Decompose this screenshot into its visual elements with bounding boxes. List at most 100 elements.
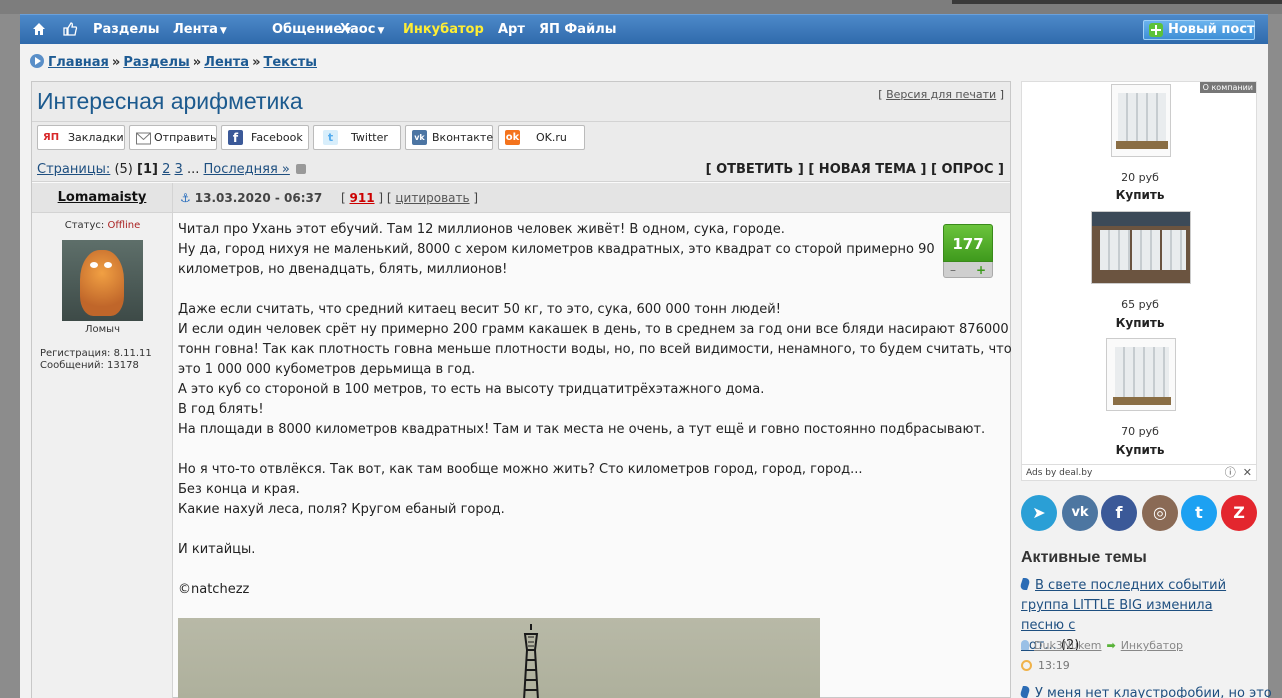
nav-razdely[interactable]: Разделы <box>93 22 159 37</box>
author-link[interactable]: Lomamaisty <box>58 190 147 205</box>
ok-icon: ok <box>505 130 520 145</box>
pagination: Страницы: (5) [1] 2 3 ... Последняя » <box>37 162 306 177</box>
author-stats: Регистрация: 8.11.11 Сообщений: 13178 <box>40 348 152 372</box>
close-icon[interactable]: ✕ <box>1243 466 1252 479</box>
ad-image[interactable] <box>1106 338 1176 411</box>
topic-header: Интересная арифметика [ Версия для печат… <box>32 82 1010 122</box>
reply-button[interactable]: [ ОТВЕТИТЬ ] <box>706 162 804 177</box>
breadcrumb-home[interactable]: Главная <box>48 55 109 70</box>
nav-yap-files[interactable]: ЯП Файлы <box>539 22 616 37</box>
share-facebook-button[interactable]: f Facebook <box>221 125 309 150</box>
new-post-button[interactable]: Новый пост <box>1143 20 1255 40</box>
post-date-text: 13.03.2020 - 06:37 <box>194 191 323 205</box>
nav-label: Хаос <box>340 22 376 37</box>
breadcrumb-lenta[interactable]: Лента <box>204 55 249 70</box>
share-label: Отправить <box>154 131 217 144</box>
ad-buy-link[interactable]: Купить <box>1022 443 1258 457</box>
share-ok-button[interactable]: ok OK.ru <box>498 125 585 150</box>
post-line-gap <box>178 280 938 300</box>
nav-label: Арт <box>498 22 525 37</box>
ad-price: 65 руб <box>1121 298 1159 311</box>
post-number-link[interactable]: 911 <box>350 191 375 205</box>
share-label: OK.ru <box>536 131 567 144</box>
thumbs-up-icon[interactable] <box>62 21 78 37</box>
pages-total: (5) <box>114 162 133 177</box>
topic-bullet-icon <box>1019 686 1031 698</box>
instagram-icon[interactable]: ◎ <box>1142 495 1178 531</box>
anchor-icon[interactable]: ⚓ <box>180 191 191 205</box>
breadcrumb-separator: » <box>252 55 261 70</box>
share-toolbar: ЯП Закладки Отправить f Facebook t Twitt… <box>32 122 1010 156</box>
nav-lenta[interactable]: Лента ▼ <box>173 22 227 37</box>
zen-icon[interactable]: Z <box>1221 495 1257 531</box>
avatar[interactable] <box>62 240 143 321</box>
share-vk-button[interactable]: vk Вконтакте <box>405 125 493 150</box>
ads-company-link[interactable]: О компании <box>1199 82 1256 93</box>
active-topic-link[interactable]: группа LITTLE BIG изменила песню с <box>1021 598 1213 633</box>
nav-khaos[interactable]: Хаос ▼ <box>340 22 384 37</box>
nav-label: Общение <box>272 22 343 37</box>
ad-price: 70 руб <box>1121 425 1159 438</box>
ad-image[interactable] <box>1091 211 1191 284</box>
pages-ellipsis: ... <box>186 162 200 177</box>
info-icon[interactable]: ⓘ <box>1225 466 1236 479</box>
topic-bullet-icon <box>1019 578 1031 590</box>
post-line: это 1 000 000 кубометров дерьмища в год. <box>178 362 476 377</box>
breadcrumb-separator: » <box>111 55 121 70</box>
ad-buy-link[interactable]: Купить <box>1022 316 1258 330</box>
post-line: Без конца и края. <box>178 482 300 497</box>
vote-up-button[interactable]: + <box>976 263 986 277</box>
facebook-icon[interactable]: f <box>1101 495 1137 531</box>
new-topic-button[interactable]: [ НОВАЯ ТЕМА ] <box>808 162 926 177</box>
post-line: Читал про Ухань этот ебучий. Там 12 милл… <box>178 222 785 237</box>
nav-label: Разделы <box>93 22 160 37</box>
new-post-label: Новый пост <box>1168 22 1255 37</box>
page-link[interactable]: 2 <box>162 162 170 177</box>
clock-icon <box>1021 660 1032 671</box>
active-topic-item: У меня нет клаустрофобии, но это <box>1019 684 1272 698</box>
share-send-button[interactable]: Отправить <box>129 125 217 150</box>
author-status: Статус: Offline <box>32 220 173 231</box>
post-line-gap <box>178 560 938 580</box>
share-twitter-button[interactable]: t Twitter <box>313 125 401 150</box>
post-body: Читал про Ухань этот ебучий. Там 12 милл… <box>178 220 1012 600</box>
nav-inkubator[interactable]: Инкубатор <box>403 22 484 37</box>
ad-buy-link[interactable]: Купить <box>1022 188 1258 202</box>
chevron-down-icon[interactable] <box>295 164 306 174</box>
vote-down-button[interactable]: – <box>950 263 956 277</box>
nav-art[interactable]: Арт <box>498 22 525 37</box>
post-header: Lomamaisty ⚓ 13.03.2020 - 06:37 [ 911 ] [… <box>32 183 1010 213</box>
plus-icon <box>1149 23 1163 37</box>
post-rating: 177 – + <box>943 224 993 279</box>
page-last-link[interactable]: Последняя » <box>203 162 289 177</box>
nav-label: Лента <box>173 22 218 37</box>
play-circle-icon <box>30 54 44 68</box>
post-line: А это куб со стороной в 100 метров, то е… <box>178 382 765 397</box>
twitter-icon[interactable]: t <box>1181 495 1217 531</box>
twitter-icon: t <box>323 130 338 145</box>
ad-image[interactable] <box>1111 84 1171 157</box>
post-line: В год блять! <box>178 402 264 417</box>
author-registration: Регистрация: 8.11.11 <box>40 348 152 359</box>
breadcrumb: Главная» Разделы» Лента» Тексты <box>30 54 317 72</box>
vk-icon[interactable]: vk <box>1062 495 1098 531</box>
active-topic-link[interactable]: У меня нет клаустрофобии, но это <box>1035 686 1272 698</box>
quote-link[interactable]: цитировать <box>395 191 469 205</box>
print-version-link[interactable]: Версия для печати <box>886 88 996 101</box>
post-line: километров, но двенадцать, блять, миллио… <box>178 262 508 277</box>
active-topic-user[interactable]: Duk3Nukem <box>1034 639 1101 652</box>
poll-button[interactable]: [ ОПРОС ] <box>931 162 1004 177</box>
home-icon[interactable] <box>32 22 46 36</box>
post-line-gap <box>178 440 938 460</box>
page-link[interactable]: 3 <box>175 162 183 177</box>
yap-icon: ЯП <box>43 132 60 143</box>
active-topic-meta: Duk3Nukem ➡ Инкубатор <box>1021 639 1257 652</box>
active-topic-link[interactable]: В свете последних событий <box>1035 578 1226 593</box>
pages-label[interactable]: Страницы: <box>37 162 110 177</box>
breadcrumb-teksty[interactable]: Тексты <box>263 55 317 70</box>
breadcrumb-razdely[interactable]: Разделы <box>123 55 189 70</box>
active-topic-section[interactable]: Инкубатор <box>1121 639 1183 652</box>
telegram-icon[interactable]: ➤ <box>1021 495 1057 531</box>
ads-block: О компании 20 руб Купить 65 руб Купить 7… <box>1021 81 1257 481</box>
share-bookmarks-button[interactable]: ЯП Закладки <box>37 125 125 150</box>
